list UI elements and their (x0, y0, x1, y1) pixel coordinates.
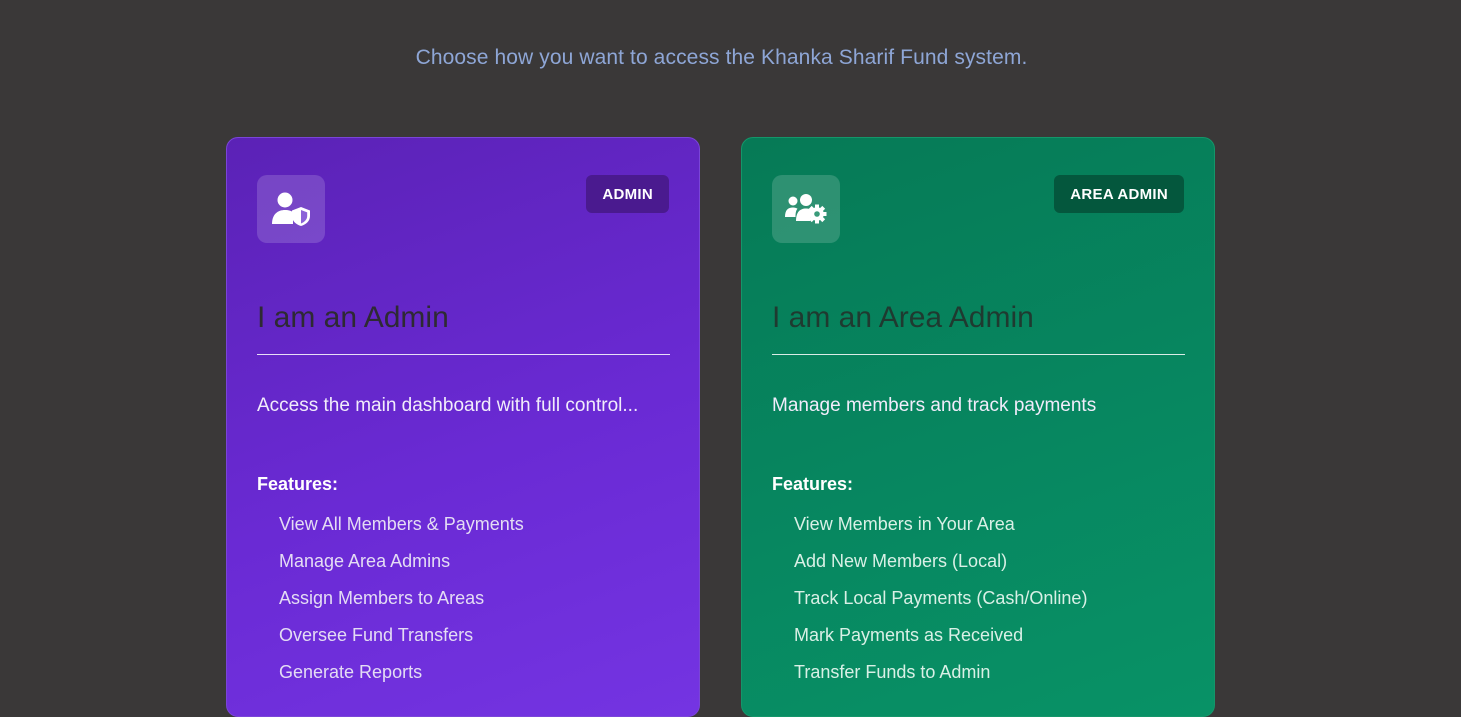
card-title-area-admin: I am an Area Admin (772, 301, 1034, 334)
feature-item: Oversee Fund Transfers (279, 625, 474, 645)
feature-item: Transfer Funds to Admin (794, 662, 991, 682)
card-title-admin: I am an Admin (257, 301, 449, 334)
card-description-area-admin: Manage members and track payments (772, 395, 1097, 416)
feature-item: Manage Area Admins (279, 551, 451, 571)
page-subtitle: Choose how you want to access the Khanka… (415, 46, 1028, 69)
features-list-area-admin: View Members in Your Area Add New Member… (794, 512, 1087, 697)
feature-item: Add New Members (Local) (794, 551, 1008, 571)
feature-item: Generate Reports (279, 662, 423, 682)
role-badge-area-admin: AREA ADMIN (1054, 175, 1184, 213)
area-admin-role-card[interactable]: AREA ADMIN I am an Area Admin Manage mem… (741, 137, 1215, 717)
card-divider (257, 354, 670, 355)
user-shield-icon (257, 175, 325, 243)
feature-item: View Members in Your Area (794, 514, 1015, 534)
feature-item: Track Local Payments (Cash/Online) (794, 588, 1088, 608)
role-badge-admin: ADMIN (586, 175, 669, 213)
users-gear-icon (772, 175, 840, 243)
features-heading: Features: (257, 474, 339, 494)
feature-item: View All Members & Payments (279, 514, 524, 534)
features-heading: Features: (772, 474, 854, 494)
card-description-admin: Access the main dashboard with full cont… (257, 395, 639, 416)
feature-item: Mark Payments as Received (794, 625, 1024, 645)
features-list-admin: View All Members & Payments Manage Area … (279, 512, 524, 697)
card-divider (772, 354, 1185, 355)
feature-item: Assign Members to Areas (279, 588, 485, 608)
admin-role-card[interactable]: ADMIN I am an Admin Access the main dash… (226, 137, 700, 717)
